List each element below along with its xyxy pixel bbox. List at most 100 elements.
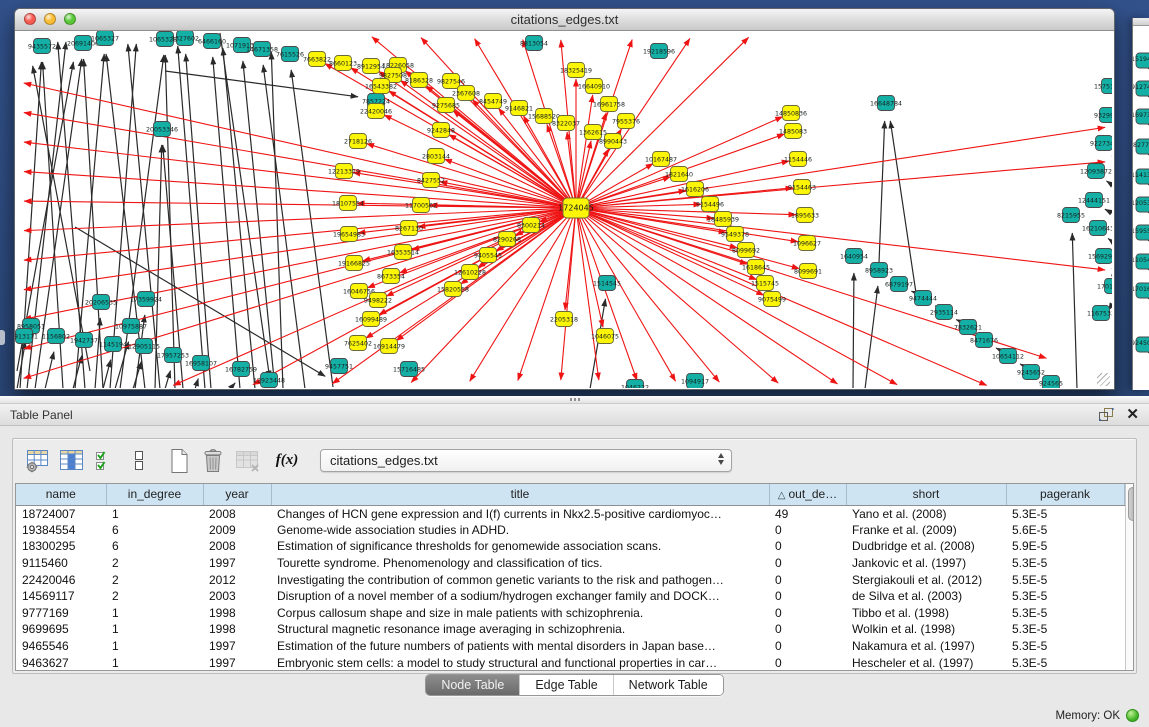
table-cell[interactable]: 5.3E-5 — [1006, 505, 1124, 522]
table-cell[interactable]: 19384554 — [16, 522, 106, 539]
table-cell[interactable]: 1997 — [203, 638, 271, 655]
table-cell[interactable]: Genome-wide association studies in ADHD. — [271, 522, 769, 539]
table-cell[interactable]: 1997 — [203, 555, 271, 572]
table-select-dropdown[interactable]: citations_edges.txt — [320, 449, 732, 472]
tab-network-table[interactable]: Network Table — [613, 675, 723, 695]
column-header[interactable]: in_degree — [106, 484, 203, 505]
table-cell[interactable]: 2009 — [203, 522, 271, 539]
table-cell[interactable]: 2008 — [203, 538, 271, 555]
table-cell[interactable]: 2012 — [203, 571, 271, 588]
table-cell[interactable]: 2 — [106, 555, 203, 572]
table-cell[interactable]: 49 — [769, 505, 846, 522]
select-columns-button[interactable] — [90, 447, 120, 475]
table-cell[interactable]: 1 — [106, 654, 203, 671]
table-row[interactable]: 946362711997Embryonic stem cells: a mode… — [16, 654, 1124, 671]
table-cell[interactable]: 0 — [769, 654, 846, 671]
table-cell[interactable]: Tourette syndrome. Phenomenology and cla… — [271, 555, 769, 572]
table-row[interactable]: 911546021997Tourette syndrome. Phenomeno… — [16, 555, 1124, 572]
table-cell[interactable]: 5.3E-5 — [1006, 605, 1124, 622]
table-cell[interactable]: Embryonic stem cells: a model to study s… — [271, 654, 769, 671]
table-cell[interactable]: 9115460 — [16, 555, 106, 572]
table-cell[interactable]: 0 — [769, 638, 846, 655]
table-cell[interactable]: 1998 — [203, 605, 271, 622]
table-row[interactable]: 946554611997Estimation of the future num… — [16, 638, 1124, 655]
table-cell[interactable]: 2 — [106, 571, 203, 588]
close-button[interactable] — [24, 13, 36, 25]
table-cell[interactable]: 1 — [106, 621, 203, 638]
column-header[interactable]: pagerank — [1006, 484, 1124, 505]
table-cell[interactable]: 6 — [106, 522, 203, 539]
minimize-button[interactable] — [44, 13, 56, 25]
table-cell[interactable]: 2008 — [203, 505, 271, 522]
table-cell[interactable]: Changes of HCN gene expression and I(f) … — [271, 505, 769, 522]
column-header[interactable]: △out_de… — [769, 484, 846, 505]
column-header[interactable]: title — [271, 484, 769, 505]
resize-grip-icon[interactable] — [1097, 373, 1110, 386]
table-cell[interactable]: 2 — [106, 588, 203, 605]
table-row[interactable]: 1830029562008Estimation of significance … — [16, 538, 1124, 555]
table-cell[interactable]: Dudbridge et al. (2008) — [846, 538, 1006, 555]
column-header[interactable]: short — [846, 484, 1006, 505]
column-header[interactable]: year — [203, 484, 271, 505]
table-cell[interactable]: 0 — [769, 588, 846, 605]
add-column-button[interactable] — [164, 447, 194, 475]
table-cell[interactable]: 0 — [769, 522, 846, 539]
table-row[interactable]: 2242004622012Investigating the contribut… — [16, 571, 1124, 588]
table-row[interactable]: 1872400712008Changes of HCN gene express… — [16, 505, 1124, 522]
table-cell[interactable]: 5.6E-5 — [1006, 522, 1124, 539]
split-divider[interactable] — [0, 396, 1149, 404]
divider-grip-icon[interactable] — [570, 398, 581, 401]
table-cell[interactable]: Yano et al. (2008) — [846, 505, 1006, 522]
table-cell[interactable]: Stergiakouli et al. (2012) — [846, 571, 1006, 588]
table-cell[interactable]: 5.3E-5 — [1006, 588, 1124, 605]
table-row[interactable]: 977716911998Corpus callosum shape and si… — [16, 605, 1124, 622]
scrollbar-thumb[interactable] — [1128, 487, 1135, 521]
table-row[interactable]: 969969511998Structural magnetic resonanc… — [16, 621, 1124, 638]
table-cell[interactable]: 1 — [106, 505, 203, 522]
table-cell[interactable]: 2003 — [203, 588, 271, 605]
table-cell[interactable]: 0 — [769, 605, 846, 622]
table-cell[interactable]: 5.3E-5 — [1006, 621, 1124, 638]
table-cell[interactable]: 1998 — [203, 621, 271, 638]
row-layout-button[interactable] — [124, 447, 154, 475]
tab-edge-table[interactable]: Edge Table — [519, 675, 612, 695]
table-cell[interactable]: 9777169 — [16, 605, 106, 622]
background-window[interactable]: 1519491274169738277114131205315955110541… — [1132, 18, 1149, 390]
table-cell[interactable]: 6 — [106, 538, 203, 555]
table-cell[interactable]: 5.3E-5 — [1006, 654, 1124, 671]
table-cell[interactable]: 5.9E-5 — [1006, 538, 1124, 555]
table-scrollbar[interactable] — [1125, 484, 1135, 670]
table-cell[interactable]: de Silva et al. (2003) — [846, 588, 1006, 605]
table-cell[interactable]: 22420046 — [16, 571, 106, 588]
table-cell[interactable]: 0 — [769, 538, 846, 555]
table-cell[interactable]: 0 — [769, 621, 846, 638]
table-cell[interactable]: Jankovic et al. (1997) — [846, 555, 1006, 572]
table-cell[interactable]: 9699695 — [16, 621, 106, 638]
table-cell[interactable]: Investigating the contribution of common… — [271, 571, 769, 588]
table-cell[interactable]: Franke et al. (2009) — [846, 522, 1006, 539]
table-cell[interactable]: Disruption of a novel member of a sodium… — [271, 588, 769, 605]
table-mode-button[interactable] — [22, 447, 52, 475]
function-builder-button[interactable]: f(x) — [272, 447, 302, 475]
table-cell[interactable]: 9463627 — [16, 654, 106, 671]
network-canvas[interactable]: 9435572206914061065327106532871327602646… — [15, 31, 1112, 388]
table-cell[interactable]: 0 — [769, 555, 846, 572]
window-titlebar[interactable]: citations_edges.txt — [15, 9, 1114, 31]
table-cell[interactable]: 5.5E-5 — [1006, 571, 1124, 588]
table-cell[interactable]: Estimation of the future numbers of pati… — [271, 638, 769, 655]
table-cell[interactable]: 1997 — [203, 654, 271, 671]
citation-graph[interactable]: 9435572206914061065327106532871327602646… — [15, 31, 1112, 388]
table-cell[interactable]: 18724007 — [16, 505, 106, 522]
table-cell[interactable]: 18300295 — [16, 538, 106, 555]
left-sash-handle[interactable] — [0, 330, 5, 345]
tab-node-table[interactable]: Node Table — [426, 675, 519, 695]
table-cell[interactable]: 5.3E-5 — [1006, 555, 1124, 572]
table-cell[interactable]: 1 — [106, 638, 203, 655]
close-panel-button[interactable]: ✕ — [1126, 408, 1139, 421]
show-columns-button[interactable] — [56, 447, 86, 475]
delete-columns-button[interactable] — [198, 447, 228, 475]
table-row[interactable]: 1938455462009Genome-wide association stu… — [16, 522, 1124, 539]
column-header[interactable]: name — [16, 484, 106, 505]
table-cell[interactable]: 1 — [106, 605, 203, 622]
table-cell[interactable]: Structural magnetic resonance image aver… — [271, 621, 769, 638]
